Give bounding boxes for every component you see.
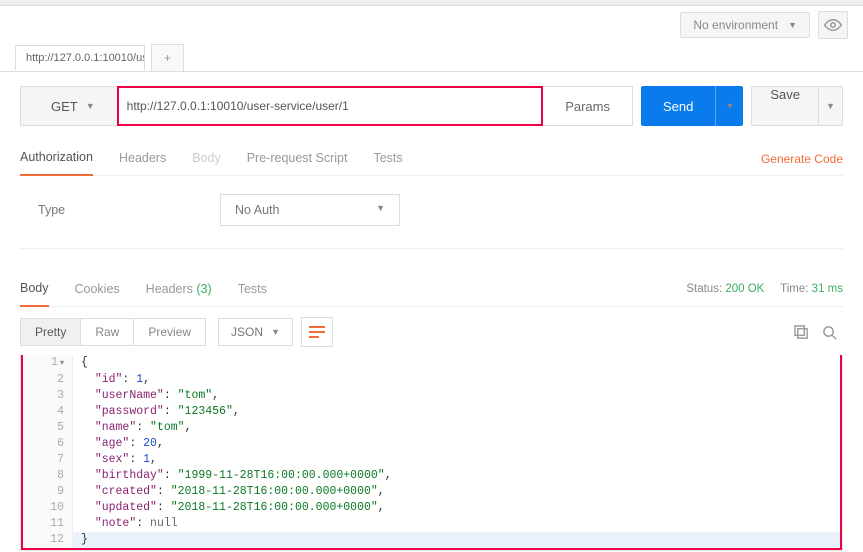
http-method-label: GET xyxy=(51,99,78,114)
url-row: GET ▼ http://127.0.0.1:10010/user-servic… xyxy=(20,86,843,126)
request-tabs: Authorization Headers Body Pre-request S… xyxy=(20,142,843,176)
new-tab-button[interactable]: + xyxy=(151,44,184,71)
response-tabs: Body Cookies Headers (3) Tests Status: 2… xyxy=(20,271,843,307)
chevron-down-icon: ▼ xyxy=(271,327,280,337)
tab-tests[interactable]: Tests xyxy=(373,143,402,175)
environment-selected: No environment xyxy=(693,18,778,32)
search-icon xyxy=(822,325,837,340)
wrap-icon xyxy=(309,325,325,339)
code-line: 9 "created": "2018-11-28T16:00:00.000+00… xyxy=(23,484,840,500)
url-input[interactable]: http://127.0.0.1:10010/user-service/user… xyxy=(117,86,544,126)
view-raw[interactable]: Raw xyxy=(81,318,134,346)
environment-selector[interactable]: No environment ▼ xyxy=(680,12,810,38)
tab-prerequest[interactable]: Pre-request Script xyxy=(247,143,348,175)
response-view-row: Pretty Raw Preview JSON ▼ xyxy=(20,307,843,355)
environment-quicklook-button[interactable] xyxy=(818,11,848,39)
tab-response-body[interactable]: Body xyxy=(20,271,49,307)
send-button-group: Send ▼ xyxy=(641,86,743,126)
chevron-down-icon: ▼ xyxy=(826,101,835,111)
time-value: 31 ms xyxy=(812,283,843,295)
code-line: 3 "userName": "tom", xyxy=(23,388,840,404)
generate-code-link[interactable]: Generate Code xyxy=(761,152,843,166)
tab-headers[interactable]: Headers xyxy=(119,143,166,175)
code-line: 7 "sex": 1, xyxy=(23,452,840,468)
status-value: 200 OK xyxy=(725,283,764,295)
send-dropdown[interactable]: ▼ xyxy=(715,86,743,126)
tab-response-cookies[interactable]: Cookies xyxy=(75,272,120,306)
tab-body[interactable]: Body xyxy=(192,143,221,175)
view-pretty[interactable]: Pretty xyxy=(20,318,81,346)
auth-type-value: No Auth xyxy=(235,203,279,217)
view-preview[interactable]: Preview xyxy=(134,318,206,346)
save-button-group: Save ▼ xyxy=(751,86,843,126)
response-pane: Body Cookies Headers (3) Tests Status: 2… xyxy=(0,271,863,551)
chevron-down-icon: ▼ xyxy=(725,101,734,111)
copy-icon xyxy=(794,325,809,340)
code-line: 6 "age": 20, xyxy=(23,436,840,452)
tab-authorization[interactable]: Authorization xyxy=(20,142,93,176)
chevron-down-icon: ▼ xyxy=(376,203,385,217)
request-builder: GET ▼ http://127.0.0.1:10010/user-servic… xyxy=(0,72,863,255)
auth-type-label: Type xyxy=(30,203,220,217)
save-dropdown[interactable]: ▼ xyxy=(819,86,843,126)
code-line: 10 "updated": "2018-11-28T16:00:00.000+0… xyxy=(23,500,840,516)
send-button[interactable]: Send xyxy=(641,86,715,126)
code-line: 1▾{ xyxy=(23,355,840,372)
eye-icon xyxy=(824,19,842,31)
format-selector[interactable]: JSON ▼ xyxy=(218,318,293,346)
wrap-lines-button[interactable] xyxy=(301,317,333,347)
http-method-selector[interactable]: GET ▼ xyxy=(20,86,117,126)
request-tab-bar: http://127.0.0.1:10010/use + xyxy=(0,44,863,72)
params-button[interactable]: Params xyxy=(543,86,633,126)
environment-row: No environment ▼ xyxy=(0,6,863,44)
response-status: Status: 200 OK Time: 31 ms xyxy=(686,283,843,295)
chevron-down-icon: ▼ xyxy=(788,20,797,30)
code-line: 8 "birthday": "1999-11-28T16:00:00.000+0… xyxy=(23,468,840,484)
copy-button[interactable] xyxy=(787,318,815,346)
tab-response-headers[interactable]: Headers (3) xyxy=(146,272,212,306)
plus-icon: + xyxy=(164,51,171,65)
tab-response-tests[interactable]: Tests xyxy=(238,272,267,306)
code-line: 5 "name": "tom", xyxy=(23,420,840,436)
auth-type-selector[interactable]: No Auth ▼ xyxy=(220,194,400,226)
request-tab[interactable]: http://127.0.0.1:10010/use xyxy=(15,45,145,70)
response-body-viewer: 1▾{2 "id": 1,3 "userName": "tom",4 "pass… xyxy=(20,355,843,551)
code-line: 12} xyxy=(23,532,840,548)
code-line: 4 "password": "123456", xyxy=(23,404,840,420)
chevron-down-icon: ▼ xyxy=(86,101,95,111)
save-button[interactable]: Save xyxy=(751,86,819,126)
search-button[interactable] xyxy=(815,318,843,346)
code-line: 2 "id": 1, xyxy=(23,372,840,388)
auth-panel: Type No Auth ▼ xyxy=(20,176,843,249)
url-value: http://127.0.0.1:10010/user-service/user… xyxy=(127,99,349,113)
code-line: 11 "note": null xyxy=(23,516,840,532)
